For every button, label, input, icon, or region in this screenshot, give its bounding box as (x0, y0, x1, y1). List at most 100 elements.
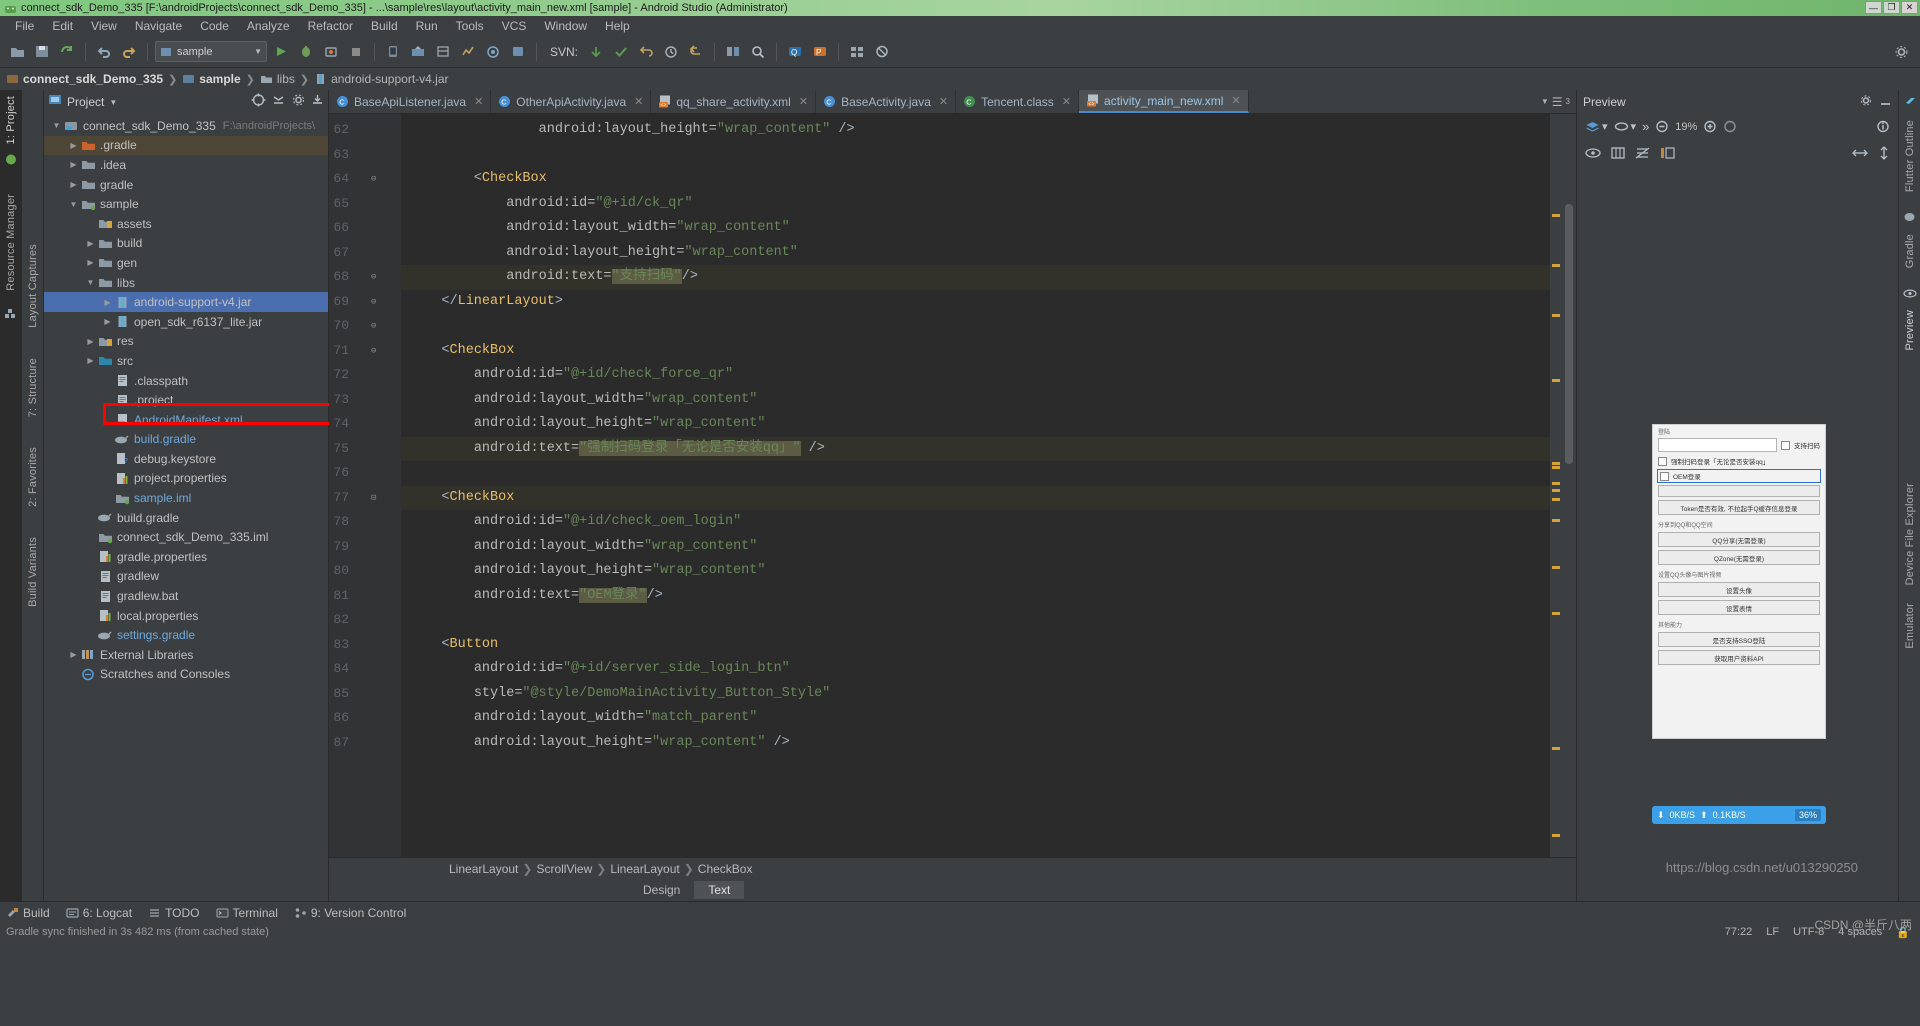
minimize-button[interactable]: — (1865, 1, 1882, 14)
tool-tab-device-file-explorer[interactable]: Device File Explorer (1904, 477, 1916, 591)
twisty-collapsed-icon[interactable]: ▶ (67, 650, 80, 659)
debug-icon[interactable] (295, 41, 317, 63)
redo-icon[interactable] (118, 41, 140, 63)
main-toolbar[interactable]: sample ▼ SVN: Q P (0, 36, 1920, 68)
tree-node-scratches-and-consoles[interactable]: Scratches and Consoles (44, 665, 328, 685)
menu-item-build[interactable]: Build (362, 17, 407, 35)
status-item-logcat[interactable]: 6: Logcat (66, 906, 132, 920)
tool-window-status-bar[interactable]: Build 6: Logcat TODO Terminal 9: Version… (0, 901, 1920, 923)
editor-tab-baseapilistener-java[interactable]: C BaseApiListener.java ✕ (329, 90, 492, 113)
tree-node-build-gradle[interactable]: build.gradle (44, 508, 328, 528)
device-button-userinfo[interactable]: 获取用户资料API (1658, 650, 1820, 665)
code-line[interactable]: android:text="支持扫码"/> (401, 265, 1550, 290)
caret-position[interactable]: 77:22 (1725, 926, 1753, 938)
menu-item-window[interactable]: Window (535, 17, 596, 35)
orientation-icon[interactable]: ▾ (1614, 120, 1636, 133)
editor-tab-baseactivity-java[interactable]: C BaseActivity.java ✕ (816, 90, 957, 113)
stop-icon[interactable] (345, 41, 367, 63)
vcs-rollback-icon[interactable] (685, 41, 707, 63)
menu-item-edit[interactable]: Edit (43, 17, 82, 35)
device-checkbox-support-qr[interactable] (1781, 440, 1790, 450)
line-separator[interactable]: LF (1766, 926, 1779, 938)
tab-design[interactable]: Design (629, 881, 694, 899)
tree-node--project[interactable]: .project (44, 390, 328, 410)
tree-node-connect-sdk-demo-335[interactable]: ▼ connect_sdk_Demo_335 F:\androidProjects\ (44, 116, 328, 136)
twisty-collapsed-icon[interactable]: ▶ (101, 317, 114, 326)
tree-node-gradlew-bat[interactable]: gradlew.bat (44, 586, 328, 606)
locate-icon[interactable] (251, 93, 266, 112)
editor-tab-tencent-class[interactable]: C Tencent.class ✕ (956, 90, 1080, 113)
fold-toggle-icon[interactable]: ⊟ (371, 486, 397, 511)
close-icon[interactable]: ✕ (634, 95, 643, 108)
device-button-sso[interactable]: 是否支持SSO登陆 (1658, 632, 1820, 647)
layers-icon[interactable]: ▾ (1585, 120, 1608, 133)
window-controls[interactable]: — ❐ ✕ (1865, 1, 1918, 14)
twisty-collapsed-icon[interactable]: ▶ (84, 239, 97, 248)
vcs-revert-icon[interactable] (635, 41, 657, 63)
code-line[interactable] (401, 461, 1550, 486)
tree-node-sample[interactable]: ▼ sample (44, 194, 328, 214)
error-stripe-mark[interactable] (1552, 747, 1560, 750)
collapse-all-icon[interactable] (271, 93, 286, 112)
layout-grid-icon[interactable] (846, 41, 868, 63)
code-folding-column[interactable]: ⊖ ⊖ ⊖ ⊖ ⊖ ⊟ (371, 118, 397, 503)
menu-item-view[interactable]: View (82, 17, 126, 35)
tree-node-libs[interactable]: ▼ libs (44, 273, 328, 293)
tree-node-gradlew[interactable]: gradlew (44, 567, 328, 587)
menu-item-refactor[interactable]: Refactor (299, 17, 362, 35)
error-stripe-mark[interactable] (1552, 834, 1560, 837)
info-icon[interactable] (1876, 120, 1890, 133)
preview-toolbar-row2[interactable] (1577, 140, 1898, 166)
status-item-terminal[interactable]: Terminal (216, 906, 278, 920)
error-stripe-mark[interactable] (1552, 498, 1560, 501)
tool-tab-flutter-outline[interactable]: Flutter Outline (1904, 114, 1916, 198)
code-line[interactable]: <CheckBox (401, 485, 1550, 510)
editor-body[interactable]: 62 63 64 65 66 67 68 69 70 71 72 73 74 75 76 77 78 79 80 81… (329, 114, 1576, 857)
attach-debugger-icon[interactable] (320, 41, 342, 63)
hide-icon[interactable] (311, 93, 324, 111)
code-line[interactable]: android:layout_height="wrap_content" (401, 559, 1550, 584)
device-input-row[interactable]: 支持扫码 (1653, 436, 1825, 454)
tree-node-assets[interactable]: assets (44, 214, 328, 234)
menu-item-code[interactable]: Code (191, 17, 238, 35)
editor-tab-activity-main-new-xml[interactable]: <> activity_main_new.xml ✕ (1079, 90, 1249, 113)
design-text-switch[interactable]: Design Text (329, 879, 1576, 901)
device-divider-button[interactable] (1658, 485, 1820, 497)
error-stripe-mark[interactable] (1552, 566, 1560, 569)
no-constraints-icon[interactable] (1635, 147, 1650, 159)
minimize-icon[interactable] (1879, 95, 1892, 110)
code-line[interactable]: <Button (401, 633, 1550, 658)
device-checkbox-force-qr[interactable] (1658, 456, 1667, 466)
editor-tab-bar[interactable]: C BaseApiListener.java ✕ C OtherApiActivity.… (329, 90, 1576, 114)
element-breadcrumb-2[interactable]: LinearLayout (610, 862, 679, 876)
breadcrumb[interactable]: connect_sdk_Demo_335 ❯ sample ❯ libs ❯ a… (0, 68, 1920, 90)
device-button-set-avatar[interactable]: 设置头像 (1658, 582, 1820, 597)
tree-node-local-properties[interactable]: local.properties (44, 606, 328, 626)
tool-tab-resource-manager[interactable]: Resource Manager (5, 188, 17, 297)
tree-node-open-sdk-r6137-lite-jar[interactable]: ▶ open_sdk_r6137_lite.jar (44, 312, 328, 332)
error-stripe-mark[interactable] (1552, 489, 1560, 492)
scrollbar-thumb[interactable] (1565, 204, 1573, 464)
blueprint-icon[interactable] (1611, 147, 1625, 159)
error-stripe-mark[interactable] (1552, 482, 1560, 485)
breadcrumb-item-project[interactable]: connect_sdk_Demo_335 (6, 72, 163, 86)
error-stripe-mark[interactable] (1552, 519, 1560, 522)
preview-canvas[interactable]: 登陆 支持扫码 强制扫码登录「无论是否安装qq」 OEM登录 Token是否有效… (1577, 166, 1898, 901)
menu-item-file[interactable]: File (6, 17, 43, 35)
overflow-icon[interactable]: » (1642, 119, 1649, 134)
twisty-expanded-icon[interactable]: ▼ (50, 121, 63, 130)
tree-node-src[interactable]: ▶ src (44, 351, 328, 371)
device-text-input[interactable] (1658, 438, 1777, 452)
code-line[interactable]: </LinearLayout> (401, 290, 1550, 315)
status-item-version-control[interactable]: 9: Version Control (294, 906, 406, 920)
editor-tab-qq-share-activity-xml[interactable]: <> qq_share_activity.xml ✕ (651, 90, 817, 113)
vertical-align-icon[interactable] (1878, 146, 1890, 160)
tree-node-build[interactable]: ▶ build (44, 234, 328, 254)
preview-tool-window[interactable]: Preview ▾ ▾ » 19% 登陆 支持扫码 强制扫码登录「无论是否安装q… (1576, 90, 1898, 901)
code-line[interactable] (401, 608, 1550, 633)
tool-tab-layout-captures[interactable]: Layout Captures (27, 238, 39, 334)
code-line[interactable]: android:id="@+id/check_force_qr" (401, 363, 1550, 388)
error-stripe-mark[interactable] (1552, 379, 1560, 382)
menu-item-run[interactable]: Run (407, 17, 447, 35)
tree-node--idea[interactable]: ▶ .idea (44, 155, 328, 175)
